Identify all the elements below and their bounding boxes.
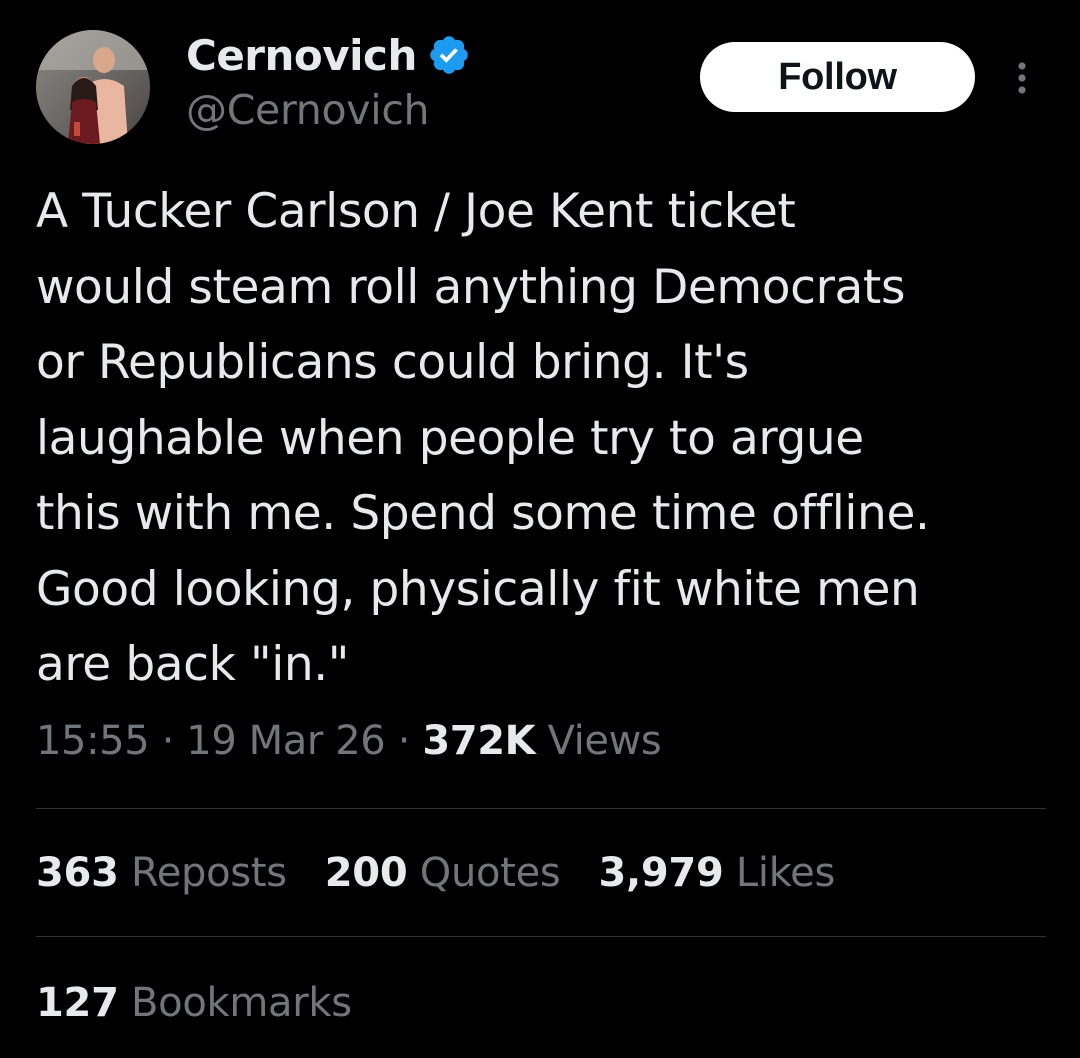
follow-button[interactable]: Follow	[700, 42, 975, 112]
engagement-stats: 363 Reposts 200 Quotes 3,979 Likes	[36, 850, 873, 896]
views-label: Views	[547, 718, 662, 764]
avatar-image	[36, 30, 150, 144]
quotes-stat[interactable]: 200 Quotes	[325, 850, 561, 896]
verified-badge-icon	[427, 33, 471, 77]
quotes-count: 200	[324, 850, 408, 896]
reposts-stat[interactable]: 363 Reposts	[36, 850, 287, 896]
divider	[36, 936, 1046, 937]
tweet-text-line: would steam roll anything Democrats	[36, 259, 906, 315]
bookmarks-stat[interactable]: 127 Bookmarks	[36, 980, 352, 1026]
views-count: 372K	[422, 718, 536, 764]
quotes-label: Quotes	[419, 850, 561, 896]
meta-separator: ·	[397, 718, 411, 764]
author-handle[interactable]: @Cernovich	[186, 86, 430, 134]
author-name-row[interactable]: Cernovich	[186, 26, 471, 84]
likes-count: 3,979	[598, 850, 724, 896]
avatar[interactable]	[36, 30, 150, 144]
display-name[interactable]: Cernovich	[186, 31, 417, 80]
tweet-time[interactable]: 15:55	[36, 718, 150, 764]
meta-separator: ·	[161, 718, 175, 764]
tweet-text-line: or Republicans could bring. It's	[36, 335, 749, 390]
likes-stat[interactable]: 3,979 Likes	[598, 850, 835, 896]
tweet-text-line: laughable when people try to argue	[36, 410, 864, 466]
tweet-date[interactable]: 19 Mar 26	[186, 718, 386, 764]
tweet-text-line: this with me. Spend some time offline.	[36, 486, 930, 541]
reposts-count: 363	[36, 850, 119, 896]
tweet-text-line: Good looking, physically fit white men	[36, 561, 920, 617]
more-vertical-icon[interactable]	[1010, 58, 1034, 98]
tweet-text: A Tucker Carlson / Joe Kent ticket would…	[36, 174, 1056, 703]
tweet-text-line: A Tucker Carlson / Joe Kent ticket	[36, 184, 796, 239]
divider	[36, 808, 1046, 809]
tweet-meta: 15:55 · 19 Mar 26 · 372K Views	[36, 718, 662, 764]
likes-label: Likes	[735, 850, 835, 896]
bookmarks-label: Bookmarks	[131, 980, 352, 1026]
reposts-label: Reposts	[131, 850, 287, 896]
tweet-card: Cernovich @Cernovich Follow A Tucker Car…	[0, 0, 1080, 1058]
bookmarks-count: 127	[36, 980, 119, 1026]
tweet-text-line: are back "in."	[36, 637, 350, 692]
